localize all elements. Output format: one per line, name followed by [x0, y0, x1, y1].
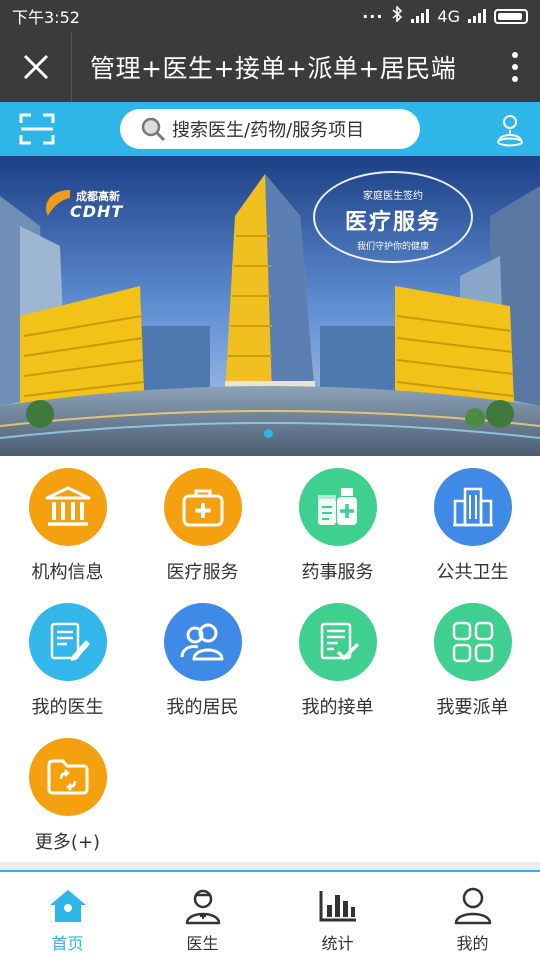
grid-item-label: 我的居民 [166, 697, 239, 718]
search-icon [141, 117, 166, 142]
banner-pagination [264, 429, 273, 438]
grid-item-institution[interactable]: 机构信息 [0, 456, 135, 591]
tab-doctor[interactable]: 医生 [135, 872, 270, 960]
folder-icon [47, 759, 88, 795]
grid-item-circle [163, 468, 242, 546]
location-button[interactable] [490, 110, 530, 150]
checklist-icon [320, 622, 359, 661]
signal-icon [411, 9, 430, 23]
status-bar: 下午3:52 ··· 4G [0, 0, 540, 32]
grid-item-my-doctor[interactable]: 我的医生 [0, 591, 135, 726]
more-notifications-icon: ··· [362, 6, 384, 26]
badge-top-text: 家庭医生签约 [363, 191, 423, 202]
close-button[interactable] [0, 32, 72, 102]
grid-item-my-residents[interactable]: 我的居民 [135, 591, 270, 726]
medicine-icon [317, 488, 357, 525]
scan-icon [19, 113, 55, 145]
grid-item-label: 我要派单 [436, 697, 509, 718]
grid-item-circle [298, 468, 377, 546]
grid-item-dispatch[interactable]: 我要派单 [405, 591, 540, 726]
grid-item-circle [298, 603, 377, 681]
tab-statistics[interactable]: 统计 [270, 872, 405, 960]
grid-item-label: 药事服务 [301, 562, 374, 583]
search-bar: 搜索医生/药物/服务项目 [0, 102, 540, 156]
institution-icon [45, 486, 90, 526]
grid-item-my-orders[interactable]: 我的接单 [270, 591, 405, 726]
more-dot-icon [512, 52, 518, 58]
promo-banner[interactable]: 成都高新 CDHT 家庭医生签约 医疗服务 我们守护你的健康 [0, 156, 540, 456]
more-menu-button[interactable] [490, 32, 540, 102]
note-pen-icon [50, 622, 90, 661]
pager-dot-active[interactable] [264, 429, 273, 438]
banner-badge: 家庭医生签约 医疗服务 我们守护你的健康 [313, 171, 473, 263]
grid-item-label: 医疗服务 [166, 562, 239, 583]
more-dot-icon [512, 64, 518, 70]
grid-item-more[interactable]: 更多(+) [0, 726, 135, 861]
building-icon [452, 487, 493, 527]
grid-item-circle [28, 603, 107, 681]
grid-item-circle [433, 468, 512, 546]
medical-kit-icon [182, 489, 223, 527]
divider [0, 862, 540, 870]
doctor-icon [183, 886, 223, 926]
tab-label: 首页 [51, 934, 84, 953]
home-icon [48, 886, 88, 926]
grid-item-circle [163, 603, 242, 681]
signal-icon-2 [468, 9, 486, 23]
cdht-logo-mark-icon [46, 190, 70, 216]
feature-grid: 机构信息 医疗服务 药事服务 公共卫生 我的医生 我的居民 我的接单 我要派单 … [0, 456, 540, 862]
tab-home[interactable]: 首页 [0, 872, 135, 960]
tab-profile[interactable]: 我的 [405, 872, 540, 960]
grid-item-circle [28, 468, 107, 546]
grid-item-public-health[interactable]: 公共卫生 [405, 456, 540, 591]
tab-label: 统计 [321, 934, 354, 953]
status-indicators: ··· 4G [362, 5, 528, 26]
bar-chart-icon [318, 886, 358, 926]
battery-icon [494, 8, 528, 24]
grid-item-label: 我的医生 [31, 697, 104, 718]
tab-label: 医生 [186, 934, 219, 953]
logo-english-text: CDHT [70, 202, 124, 221]
more-dot-icon [512, 76, 518, 82]
network-type: 4G [437, 6, 460, 26]
grid-item-medical-service[interactable]: 医疗服务 [135, 456, 270, 591]
tab-label: 我的 [456, 934, 489, 953]
location-person-icon [497, 115, 523, 147]
bottom-tab-bar: 首页 医生 统计 我的 [0, 870, 540, 960]
grid-item-circle [433, 603, 512, 681]
scan-button[interactable] [0, 102, 74, 156]
bluetooth-icon [391, 5, 403, 26]
grid-item-pharmacy[interactable]: 药事服务 [270, 456, 405, 591]
cdht-logo: 成都高新 CDHT [40, 186, 122, 222]
close-icon [23, 54, 48, 80]
grid-item-circle [28, 738, 107, 816]
grid-item-label: 更多(+) [34, 832, 101, 853]
profile-icon [453, 886, 493, 926]
badge-sub-text: 我们守护你的健康 [356, 242, 429, 252]
grid-item-label: 公共卫生 [436, 562, 509, 583]
search-input[interactable]: 搜索医生/药物/服务项目 [120, 109, 420, 149]
badge-main-text: 医疗服务 [344, 210, 441, 235]
page-title: 管理+医生+接单+派单+居民端 [90, 54, 457, 83]
search-placeholder: 搜索医生/药物/服务项目 [172, 120, 365, 141]
grid-item-label: 机构信息 [31, 562, 104, 583]
grid-icon [452, 621, 493, 663]
grid-item-label: 我的接单 [301, 697, 374, 718]
title-bar: 管理+医生+接单+派单+居民端 [0, 32, 540, 102]
status-time: 下午3:52 [12, 8, 80, 27]
users-icon [180, 623, 223, 661]
